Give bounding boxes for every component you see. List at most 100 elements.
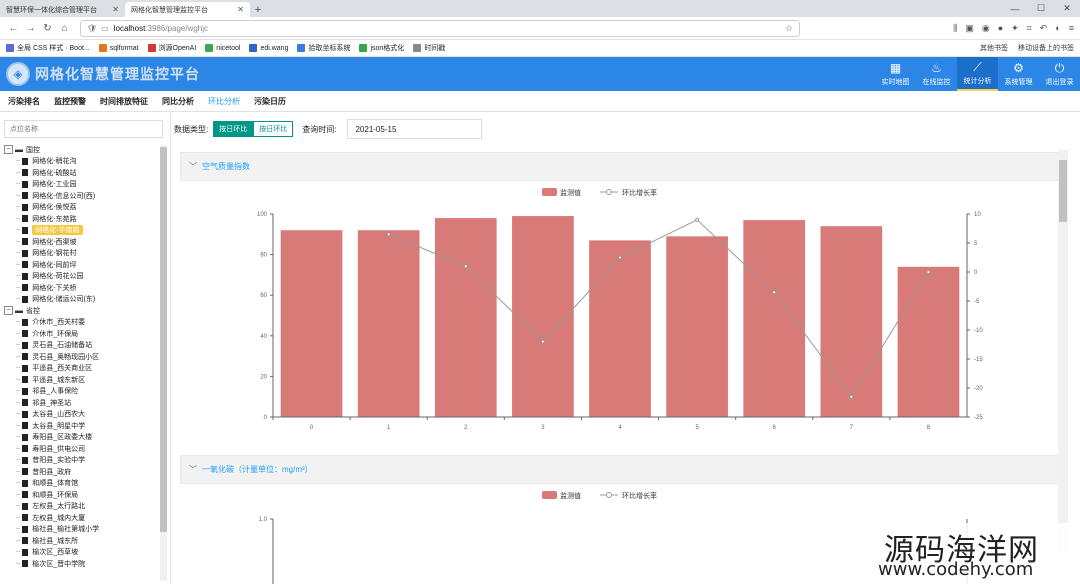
crop-icon[interactable]: ⌗ (1027, 23, 1032, 34)
aqi-panel-header[interactable]: ﹀ 空气质量指数 (180, 152, 1060, 181)
undo-icon[interactable]: ↶ (1040, 23, 1048, 34)
tree-item[interactable]: ┄ 昔阳县_政府 (4, 466, 159, 478)
header-nav-item[interactable]: ⚙ 系统管理 (998, 57, 1039, 91)
library-icon[interactable]: ⫼ (953, 23, 957, 34)
tree-item[interactable]: ┄ 网格化-储运公司(东) (4, 294, 159, 306)
tree-item[interactable]: ┄ 左权县_城内大厦 (4, 512, 159, 524)
home-icon[interactable]: ⌂ (57, 21, 72, 36)
collapse-icon[interactable]: − (4, 145, 13, 155)
daily-mom-button[interactable]: 按日环比 (213, 121, 254, 137)
tree-group[interactable]: − ▬ 省控 (4, 305, 159, 317)
tree-item[interactable]: ┄ 网格化-工业园 (4, 179, 159, 191)
tree-item[interactable]: ┄ 平遥县_西关商业区 (4, 363, 159, 375)
sidebar-scroll-thumb[interactable] (160, 147, 167, 532)
close-icon[interactable]: ✕ (112, 5, 119, 14)
document-icon (22, 295, 29, 303)
tree-item[interactable]: ┄ 祁县_神圣站 (4, 397, 159, 409)
puzzle-icon[interactable]: ✦ (1011, 23, 1019, 34)
tree-item[interactable]: ┄ 祁县_人事保险 (4, 386, 159, 398)
tree-item[interactable]: ┄ 网格化-荷花公园 (4, 271, 159, 283)
tree-item[interactable]: ┄ 网格化-侯悦荔 (4, 202, 159, 214)
bookmark-star-icon[interactable]: ☆ (785, 23, 793, 34)
document-icon (22, 491, 29, 499)
query-date-input[interactable]: 2021-05-15 (347, 119, 483, 139)
tree-item-label: 网格化-侯悦荔 (32, 204, 77, 212)
tree-item[interactable]: ┄ 网格化-钢花村 (4, 248, 159, 260)
tree-item[interactable]: ┄ 榆次区_西草坡 (4, 547, 159, 559)
extension-icon[interactable]: ◐ (1055, 23, 1060, 34)
bookmark-item[interactable]: 浏源OpenAI (147, 43, 196, 53)
subnav-tab[interactable]: 同比分析 (158, 91, 198, 112)
bookmark-item[interactable]: 拾取坐标系统 (297, 43, 350, 53)
browser-tab-0[interactable]: 智慧环保一体化综合管理平台 ✕ (0, 2, 125, 17)
tree-item[interactable]: ┄ 网格化-稍花沟 (4, 156, 159, 168)
tree-item[interactable]: ┄ 网格化-下关桥 (4, 282, 159, 294)
header-nav-item[interactable]: ♨ 在线监控 (916, 57, 957, 91)
co-panel-header[interactable]: ﹀ 一氧化碳（计量单位：mg/m³） (180, 455, 1060, 484)
header-nav-item[interactable]: ⟋ 统计分析 (957, 57, 998, 91)
tree-item[interactable]: ┄ 和顺县_环保局 (4, 489, 159, 501)
tree-item[interactable]: ┄ 网格化-华南路 (4, 225, 159, 237)
tree-item[interactable]: ┄ 寿阳县_区政委大楼 (4, 432, 159, 444)
bookmark-folder[interactable]: 移动设备上的书签 (1018, 43, 1074, 53)
minimize-icon[interactable]: — (1002, 0, 1028, 17)
menu-icon[interactable]: ≡ (1069, 23, 1074, 34)
subnav-tab[interactable]: 时间排放特征 (96, 91, 152, 112)
subnav-tab[interactable]: 污染日历 (250, 91, 290, 112)
tree-item[interactable]: ┄ 网格化-硫酸站 (4, 167, 159, 179)
subnav-tab[interactable]: 环比分析 (204, 91, 244, 112)
legend-swatch-point (606, 492, 612, 498)
bookmark-folder[interactable]: 其他书签 (980, 43, 1008, 53)
document-icon (22, 353, 29, 361)
bookmark-item[interactable]: json格式化 (359, 43, 404, 53)
bookmark-item[interactable]: 时间戳 (413, 43, 445, 53)
tree-item[interactable]: ┄ 网格化-信息公司(西) (4, 190, 159, 202)
tree-item[interactable]: ┄ 介休市_环保局 (4, 328, 159, 340)
content-scroll-thumb[interactable] (1059, 160, 1067, 222)
legend-label: 监测值 (560, 188, 581, 197)
account-icon[interactable]: ◉ (982, 23, 990, 34)
tree-item[interactable]: ┄ 榆社县_城东所 (4, 535, 159, 547)
header-nav-item[interactable]: ▦ 实时地图 (875, 57, 916, 91)
maximize-icon[interactable]: ☐ (1028, 0, 1054, 17)
subnav-tab[interactable]: 监控预警 (50, 91, 90, 112)
tree-item[interactable]: ┄ 平遥县_城东新区 (4, 374, 159, 386)
tree-item[interactable]: ┄ 寿阳县_供电公司 (4, 443, 159, 455)
url-bar[interactable]: 🛡 ▭ localhost:3986/page/wghjc ☆ (80, 19, 800, 37)
header-nav-label: 在线监控 (922, 78, 951, 86)
tree-item[interactable]: ┄ 灵石县_石油储备站 (4, 340, 159, 352)
sidebar-icon[interactable]: ▣ (965, 23, 974, 34)
tree-item[interactable]: ┄ 太谷县_明星中学 (4, 420, 159, 432)
bookmark-item[interactable]: 全局 CSS 样式 · Boot... (6, 43, 90, 53)
back-icon[interactable]: ← (6, 21, 21, 36)
new-tab-button[interactable]: + (250, 2, 266, 17)
content-scrollbar[interactable] (1058, 150, 1068, 552)
reload-icon[interactable]: ↻ (40, 21, 55, 36)
collapse-icon[interactable]: − (4, 306, 13, 316)
tree-item[interactable]: ┄ 网格化-东苑路 (4, 213, 159, 225)
site-search-input[interactable] (4, 120, 163, 138)
bookmark-item[interactable]: sqlformat (98, 44, 139, 52)
close-window-icon[interactable]: ✕ (1054, 0, 1080, 17)
daily-mom-button-2[interactable]: 按日环比 (253, 121, 294, 137)
tree-item[interactable]: ┄ 网格化-同前坪 (4, 259, 159, 271)
tree-item[interactable]: ┄ 网格化-西渠坡 (4, 236, 159, 248)
subnav-tab[interactable]: 污染排名 (4, 91, 44, 112)
tree-item[interactable]: ┄ 榆次区_晋中学院 (4, 558, 159, 570)
tree-item[interactable]: ┄ 左权县_太行路北 (4, 501, 159, 513)
tree-item[interactable]: ┄ 和顺县_体育馆 (4, 478, 159, 490)
tree-item[interactable]: ┄ 昔阳县_实验中学 (4, 455, 159, 467)
bookmark-item[interactable]: nicetool (205, 44, 240, 52)
close-icon[interactable]: ✕ (237, 5, 244, 14)
header-nav-item[interactable]: ⏻ 退出登录 (1039, 57, 1080, 91)
tree-item[interactable]: ┄ 太谷县_山西农大 (4, 409, 159, 421)
tree-item[interactable]: ┄ 介休市_西关村委 (4, 317, 159, 329)
bookmark-item[interactable]: edi.wang (249, 44, 288, 52)
tree-item[interactable]: ┄ 榆社县_榆社第城小学 (4, 524, 159, 536)
sidebar-scrollbar[interactable] (160, 145, 167, 581)
chat-icon[interactable]: ● (998, 23, 1003, 34)
tree-group[interactable]: − ▬ 国控 (4, 144, 159, 156)
browser-tab-1[interactable]: 网格化智慧管理监控平台 ✕ (125, 2, 250, 17)
tree-item[interactable]: ┄ 灵石县_奥畅现园小区 (4, 351, 159, 363)
forward-icon[interactable]: → (23, 21, 38, 36)
